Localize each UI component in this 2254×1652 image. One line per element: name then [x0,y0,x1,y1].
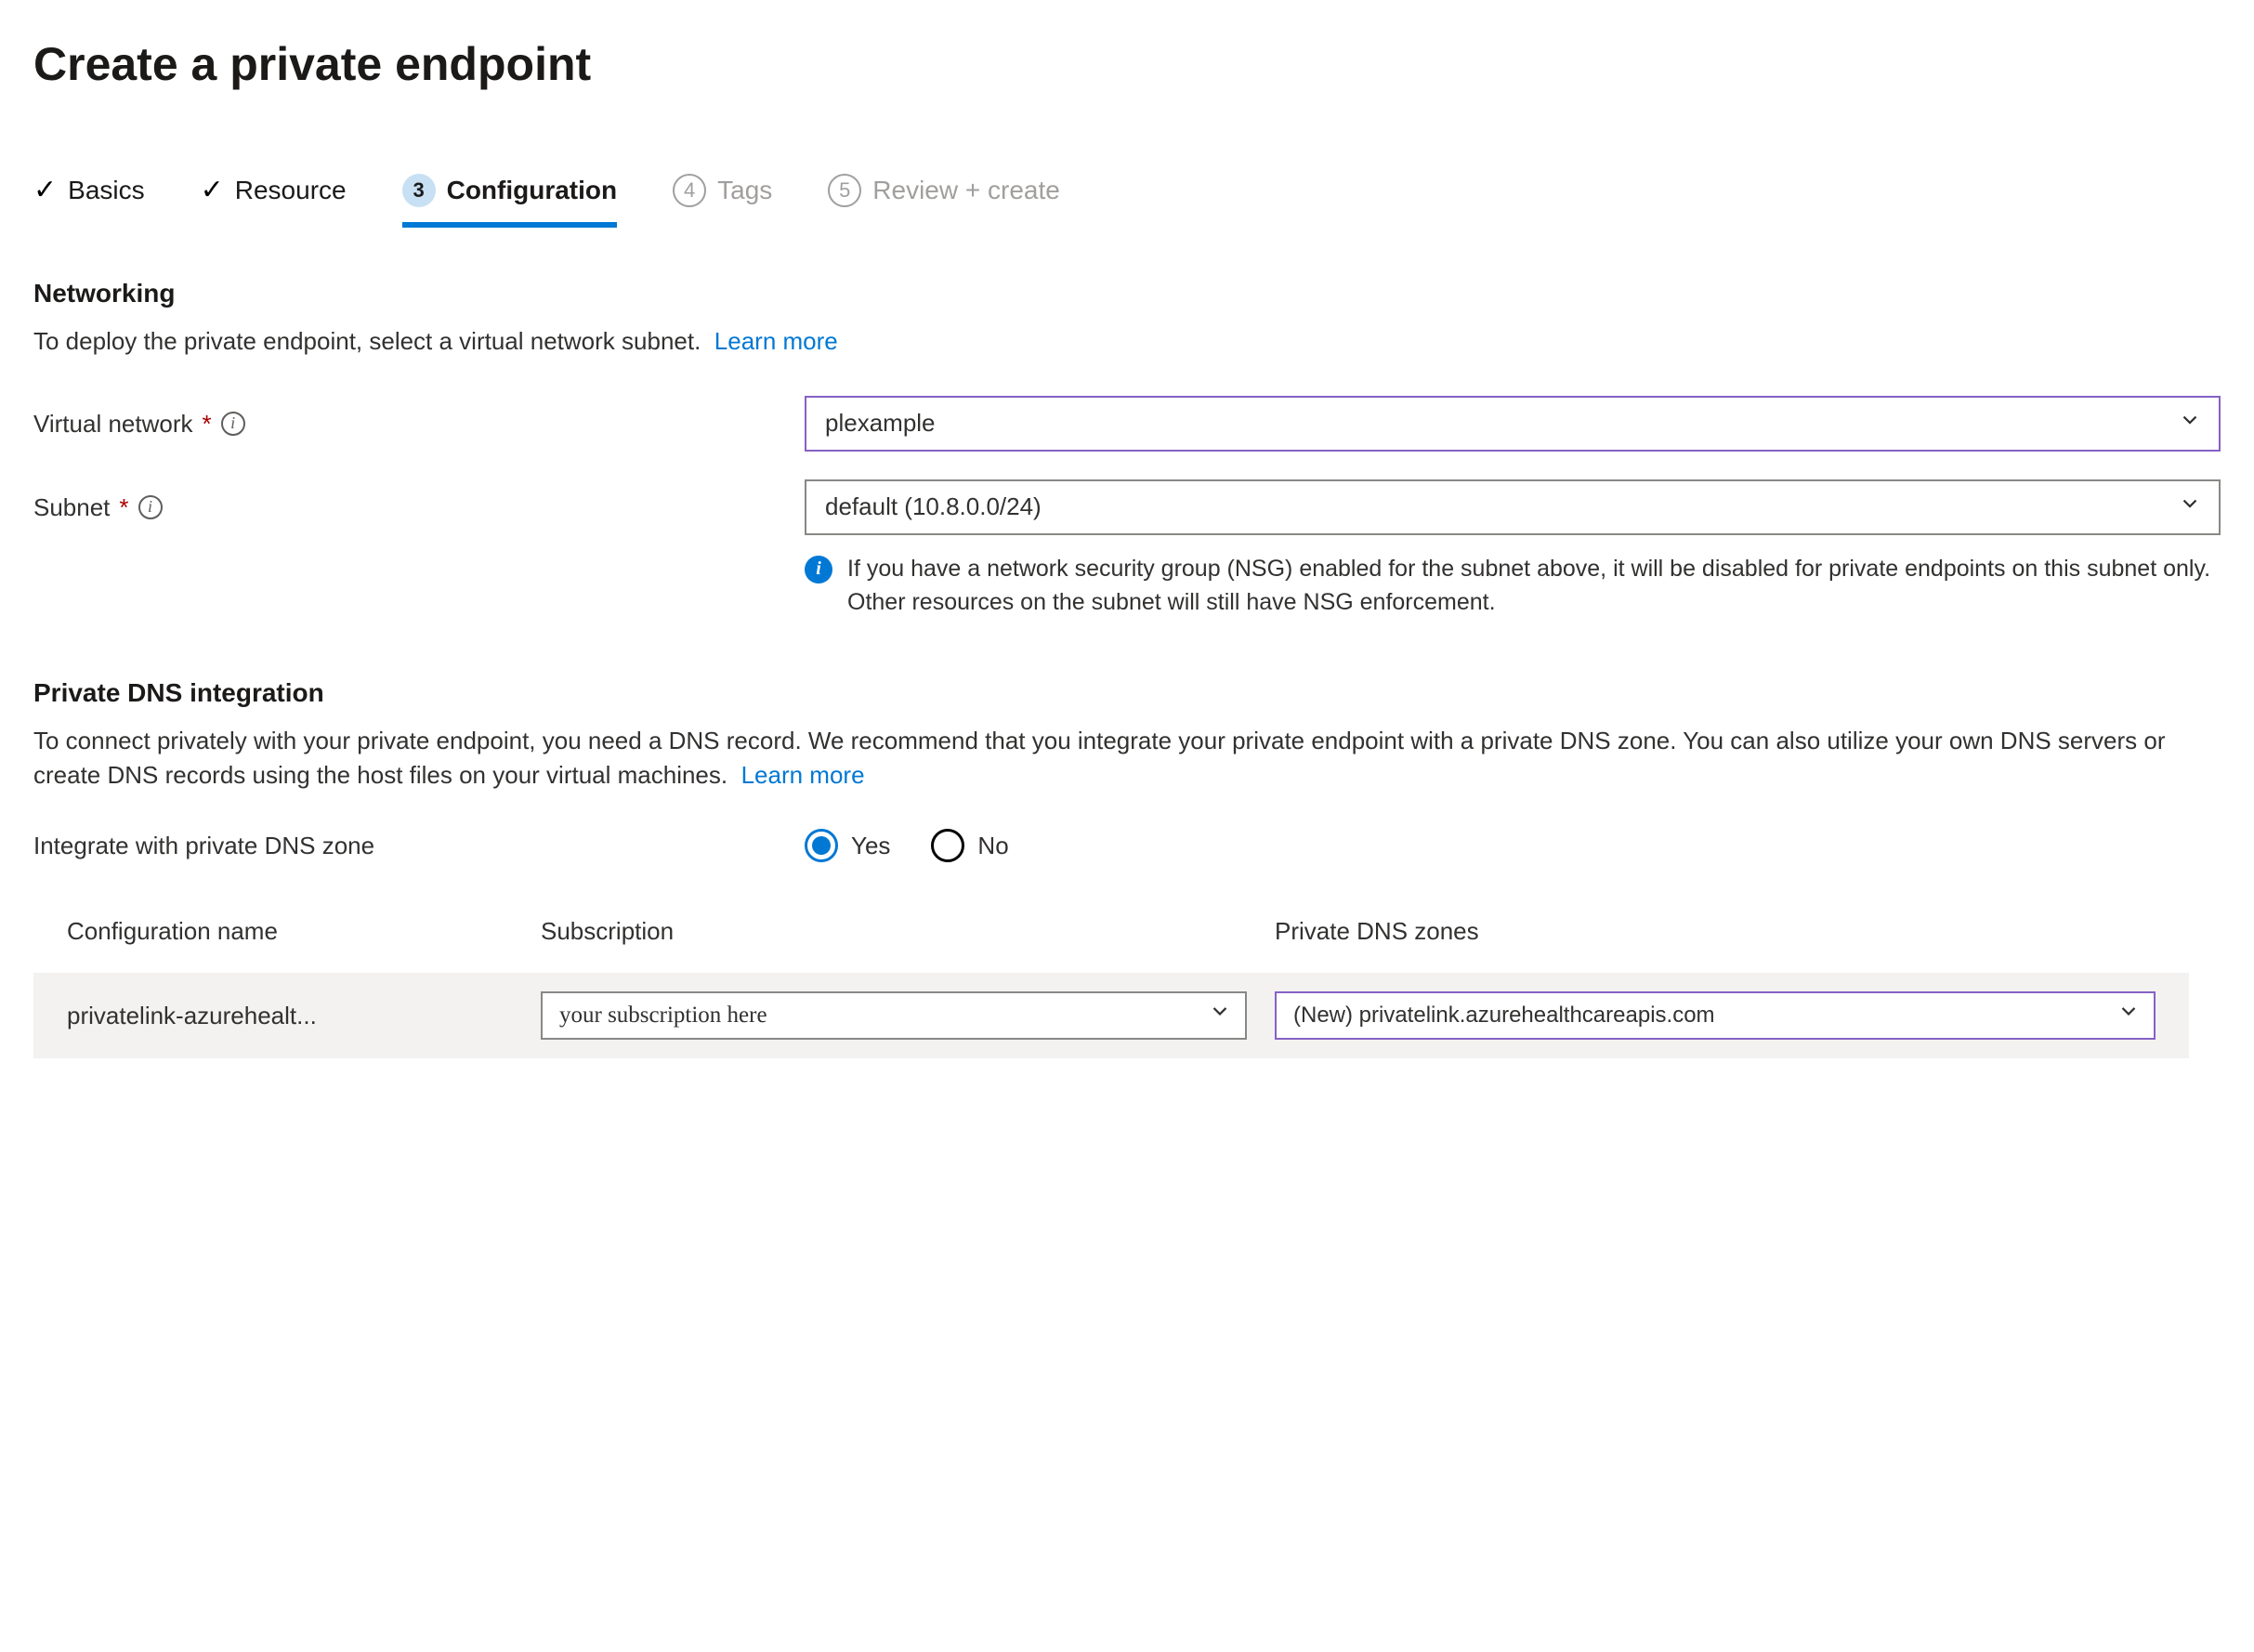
learn-more-link[interactable]: Learn more [741,761,865,789]
table-header: Configuration name Subscription Private … [67,905,2156,972]
col-header-zones: Private DNS zones [1275,914,2156,948]
label-text: Integrate with private DNS zone [33,829,374,862]
description-text: To deploy the private endpoint, select a… [33,327,701,355]
integrate-dns-radio-group: Yes No [805,829,2221,862]
col-header-subscription: Subscription [541,914,1247,948]
radio-label: No [977,829,1008,862]
integrate-dns-label: Integrate with private DNS zone [33,829,795,862]
learn-more-link[interactable]: Learn more [714,327,838,355]
tab-label: Basics [68,172,144,208]
tab-label: Tags [717,172,772,208]
chevron-down-icon [2178,490,2202,523]
section-heading-dns: Private DNS integration [33,675,2221,711]
radio-no[interactable]: No [931,829,1008,862]
subnet-info-callout: i If you have a network security group (… [805,552,2221,620]
wizard-steps: ✓ Basics ✓ Resource 3 Configuration 4 Ta… [33,171,2221,229]
select-value: your subscription here [559,999,767,1031]
chevron-down-icon [1208,999,1232,1032]
step-number-badge: 5 [828,174,861,207]
check-icon: ✓ [201,171,224,210]
tab-resource[interactable]: ✓ Resource [201,171,347,229]
subnet-select[interactable]: default (10.8.0.0/24) [805,479,2221,535]
tab-basics[interactable]: ✓ Basics [33,171,145,229]
radio-yes[interactable]: Yes [805,829,890,862]
chevron-down-icon [2116,999,2141,1032]
page-title: Create a private endpoint [33,32,2221,97]
label-text: Subnet [33,491,110,524]
table-row: privatelink-azurehealt... your subscript… [33,973,2189,1058]
field-subnet: Subnet * i default (10.8.0.0/24) i If yo… [33,479,2221,620]
tab-label: Configuration [447,172,618,208]
select-value: (New) privatelink.azurehealthcareapis.co… [1293,1000,1715,1031]
tab-configuration[interactable]: 3 Configuration [402,172,618,227]
field-virtual-network: Virtual network * i plexample [33,396,2221,452]
field-integrate-dns: Integrate with private DNS zone Yes No [33,829,2221,862]
required-asterisk: * [203,407,212,440]
tab-label: Resource [235,172,347,208]
select-value: default (10.8.0.0/24) [825,490,1042,523]
virtual-network-select[interactable]: plexample [805,396,2221,452]
select-value: plexample [825,406,936,439]
dns-zones-table: Configuration name Subscription Private … [33,905,2189,1057]
step-number-badge: 4 [673,174,706,207]
virtual-network-label: Virtual network * i [33,396,795,440]
dns-zone-select[interactable]: (New) privatelink.azurehealthcareapis.co… [1275,991,2156,1040]
tab-review-create[interactable]: 5 Review + create [828,172,1060,227]
cell-config-name: privatelink-azurehealt... [67,999,513,1032]
check-icon: ✓ [33,171,57,210]
radio-label: Yes [851,829,890,862]
subscription-select[interactable]: your subscription here [541,991,1247,1040]
subnet-label: Subnet * i [33,479,795,524]
section-heading-networking: Networking [33,275,2221,311]
col-header-config-name: Configuration name [67,914,513,948]
info-icon[interactable]: i [221,412,245,436]
info-icon: i [805,556,832,583]
radio-icon [805,829,838,862]
description-text: To connect privately with your private e… [33,727,2166,788]
subnet-info-text: If you have a network security group (NS… [847,552,2221,620]
info-icon[interactable]: i [138,495,163,519]
required-asterisk: * [119,491,128,524]
chevron-down-icon [2178,406,2202,439]
tab-label: Review + create [872,172,1060,208]
label-text: Virtual network [33,407,193,440]
section-description-networking: To deploy the private endpoint, select a… [33,324,2189,358]
step-number-badge: 3 [402,174,436,207]
tab-tags[interactable]: 4 Tags [673,172,772,227]
section-description-dns: To connect privately with your private e… [33,724,2189,792]
radio-icon [931,829,964,862]
